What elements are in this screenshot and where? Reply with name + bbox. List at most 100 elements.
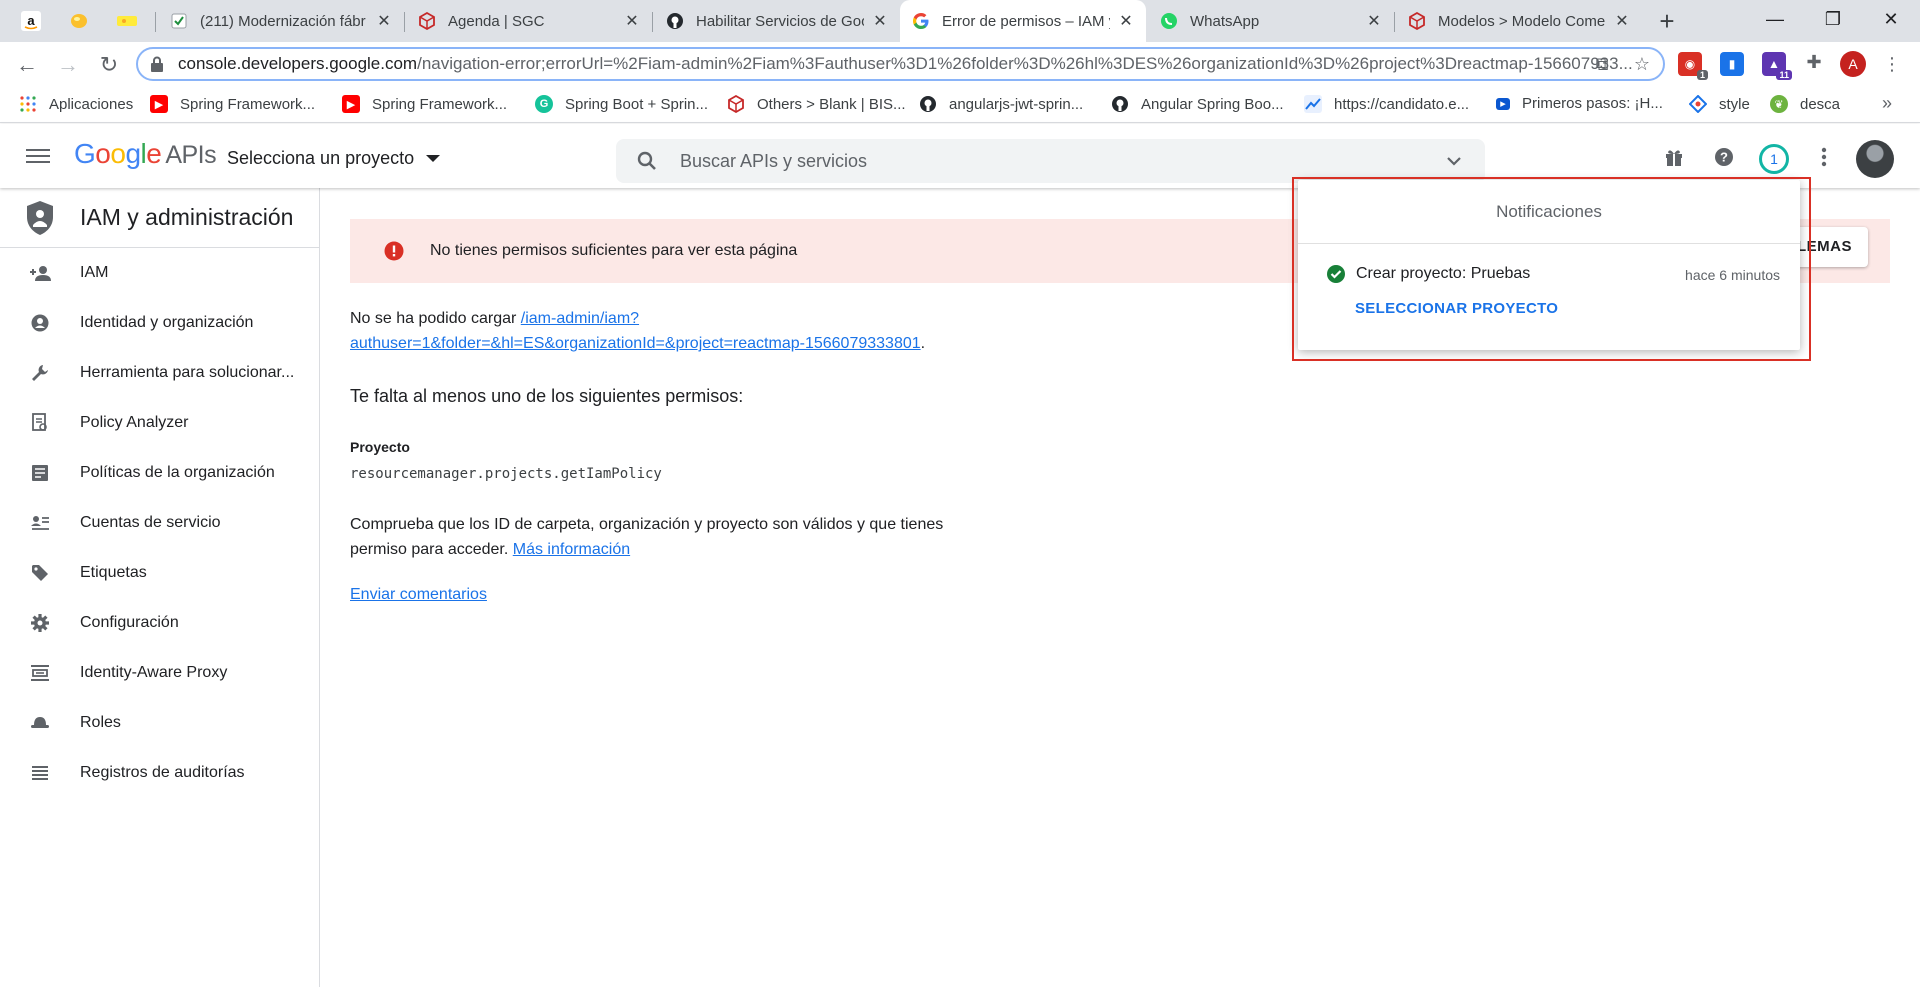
url-host: console.developers.google.com (178, 54, 418, 73)
amazon-pinned-tab[interactable]: a (19, 9, 43, 33)
sgc-cube-icon (418, 12, 436, 30)
failed-url-part-2: authuser=1&folder=&hl=ES&organizationId=… (350, 335, 921, 352)
close-icon[interactable]: ✕ (1614, 11, 1630, 31)
reload-button[interactable]: ↻ (94, 50, 124, 80)
apps-grid-icon (19, 95, 37, 113)
window-close-button[interactable]: ✕ (1871, 4, 1911, 34)
bookmark-aplicaciones[interactable]: Aplicaciones (19, 95, 133, 113)
bookmark-label: Spring Framework... (372, 95, 508, 113)
cast-icon[interactable]: ⧉ (1590, 52, 1614, 76)
sidebar-item-policy-analyzer[interactable]: Policy Analyzer (0, 398, 319, 448)
menu-icon[interactable] (26, 145, 50, 167)
sidebar-item-label: Etiquetas (80, 564, 147, 581)
lemon-icon (71, 14, 87, 28)
apis-label: APIs (165, 141, 217, 169)
restore-button[interactable]: ❐ (1813, 4, 1853, 34)
pinned-tab-3[interactable] (115, 9, 139, 33)
sidebar-item-registros[interactable]: Registros de auditorías (0, 748, 319, 798)
sidebar-item-iam[interactable]: IAM (0, 248, 319, 298)
bookmark-spring-2[interactable]: ▶ Spring Framework... (342, 95, 507, 113)
bookmark-others-blank[interactable]: Others > Blank | BIS... (727, 95, 906, 113)
close-icon[interactable]: ✕ (872, 11, 888, 31)
user-avatar[interactable] (1856, 140, 1894, 178)
search-bar[interactable]: Buscar APIs y servicios (616, 139, 1485, 183)
notes-check-icon (170, 12, 188, 30)
sidebar-item-herramienta[interactable]: Herramienta para solucionar... (0, 348, 319, 398)
trello-extension-icon[interactable]: ▮ (1720, 52, 1744, 76)
chevron-down-icon[interactable] (1445, 152, 1463, 170)
sidebar-item-identity-aware-proxy[interactable]: Identity-Aware Proxy (0, 648, 319, 698)
sidebar-item-roles[interactable]: Roles (0, 698, 319, 748)
bookmark-angularjs-jwt[interactable]: angularjs-jwt-sprin... (919, 95, 1083, 113)
check-ids-message: Comprueba que los ID de carpeta, organiz… (350, 516, 944, 558)
close-icon[interactable]: ✕ (1118, 11, 1134, 31)
tag-icon (29, 562, 51, 584)
close-icon[interactable]: ✕ (624, 11, 640, 31)
github-icon (1111, 95, 1129, 113)
sidebar-item-politicas[interactable]: Políticas de la organización (0, 448, 319, 498)
bookmark-label: Others > Blank | BIS... (757, 95, 906, 113)
sidebar-item-etiquetas[interactable]: Etiquetas (0, 548, 319, 598)
bookmark-spring-boot[interactable]: G Spring Boot + Sprin... (535, 95, 708, 113)
load-error-suffix: . (920, 335, 926, 352)
tab-modelos[interactable]: Modelos > Modelo Come ✕ (1396, 0, 1642, 42)
wrench-icon (29, 362, 51, 384)
bookmark-label: style (1719, 95, 1750, 113)
project-selector[interactable]: Selecciona un proyecto (227, 148, 441, 169)
bookmark-primeros-pasos[interactable]: ▸ Primeros pasos: ¡H... (1496, 95, 1663, 112)
missing-permissions-heading: Te falta al menos uno de los siguientes … (350, 386, 744, 406)
bookmark-label: Aplicaciones (49, 95, 134, 113)
pinned-tab-2[interactable] (67, 9, 91, 33)
badge: 1 (1696, 70, 1708, 80)
iam-sidebar: IAM y administración IAM Identidad y org… (0, 188, 320, 987)
help-icon[interactable]: ? (1712, 145, 1736, 169)
leaf-icon: ❦ (1770, 95, 1788, 113)
svg-text:a: a (27, 13, 35, 28)
browser-menu-icon[interactable]: ⋮ (1880, 52, 1904, 76)
bookmark-angular-spring[interactable]: Angular Spring Boo... (1111, 95, 1284, 113)
bookmark-desca[interactable]: ❦ desca (1770, 95, 1840, 113)
browser-toolbar: ← → ↻ console.developers.google.com/navi… (0, 42, 1920, 87)
red-extension-icon[interactable]: ◉ 1 (1678, 52, 1708, 80)
chart-icon (1304, 95, 1322, 113)
close-icon[interactable]: ✕ (376, 11, 392, 31)
send-feedback-link[interactable]: Enviar comentarios (350, 582, 487, 607)
close-icon[interactable]: ✕ (1366, 11, 1382, 31)
sidebar-item-configuracion[interactable]: Configuración (0, 598, 319, 648)
policy-doc-icon (29, 412, 51, 434)
more-vert-icon[interactable] (1812, 145, 1836, 169)
select-project-button[interactable]: SELECCIONAR PROYECTO (1355, 300, 1558, 317)
forward-button[interactable]: → (53, 50, 83, 80)
gift-icon[interactable] (1662, 145, 1686, 169)
sidebar-item-cuentas-servicio[interactable]: Cuentas de servicio (0, 498, 319, 548)
extensions-puzzle-icon[interactable]: ✚ (1802, 50, 1826, 74)
bookmarks-overflow-icon[interactable]: » (1882, 93, 1892, 114)
sidebar-item-label: Herramienta para solucionar... (80, 364, 295, 381)
notifications-button[interactable]: 1 (1759, 144, 1789, 174)
sgc-cube-icon (727, 95, 745, 113)
tab-habilitar-servicios[interactable]: Habilitar Servicios de Goo ✕ (654, 0, 900, 42)
sidebar-item-label: Identity-Aware Proxy (80, 664, 228, 681)
tab-agenda-sgc[interactable]: Agenda | SGC ✕ (406, 0, 652, 42)
address-bar[interactable]: console.developers.google.com/navigation… (136, 47, 1665, 81)
google-apis-logo[interactable]: Google APIs (74, 138, 217, 170)
tab-whatsapp[interactable]: WhatsApp ✕ (1148, 0, 1394, 42)
tab-modernizacion[interactable]: (211) Modernización fábr ✕ (158, 0, 404, 42)
github-icon (919, 95, 937, 113)
bookmark-star-icon[interactable]: ☆ (1630, 52, 1654, 76)
tab-error-permisos[interactable]: Error de permisos – IAM y ✕ (900, 0, 1146, 42)
sidebar-item-identidad[interactable]: Identidad y organización (0, 298, 319, 348)
graduation-extension-icon[interactable]: ▲ 11 (1762, 52, 1792, 80)
back-button[interactable]: ← (12, 50, 42, 80)
more-info-link[interactable]: Más información (513, 541, 630, 558)
bookmark-candidato[interactable]: https://candidato.e... (1304, 95, 1469, 113)
bookmark-spring-1[interactable]: ▶ Spring Framework... (150, 95, 315, 113)
minimize-button[interactable]: — (1755, 4, 1795, 34)
notification-time: hace 6 minutos (1685, 267, 1780, 283)
browser-tab-bar: a (211) Modernización fábr ✕ Agenda | SG… (0, 0, 1920, 42)
bookmark-style[interactable]: style (1689, 95, 1750, 113)
profile-avatar[interactable]: A (1840, 51, 1866, 77)
new-tab-button[interactable]: + (1652, 6, 1682, 36)
bookmark-label: Angular Spring Boo... (1141, 95, 1284, 113)
play-icon: ▸ (1496, 97, 1510, 110)
